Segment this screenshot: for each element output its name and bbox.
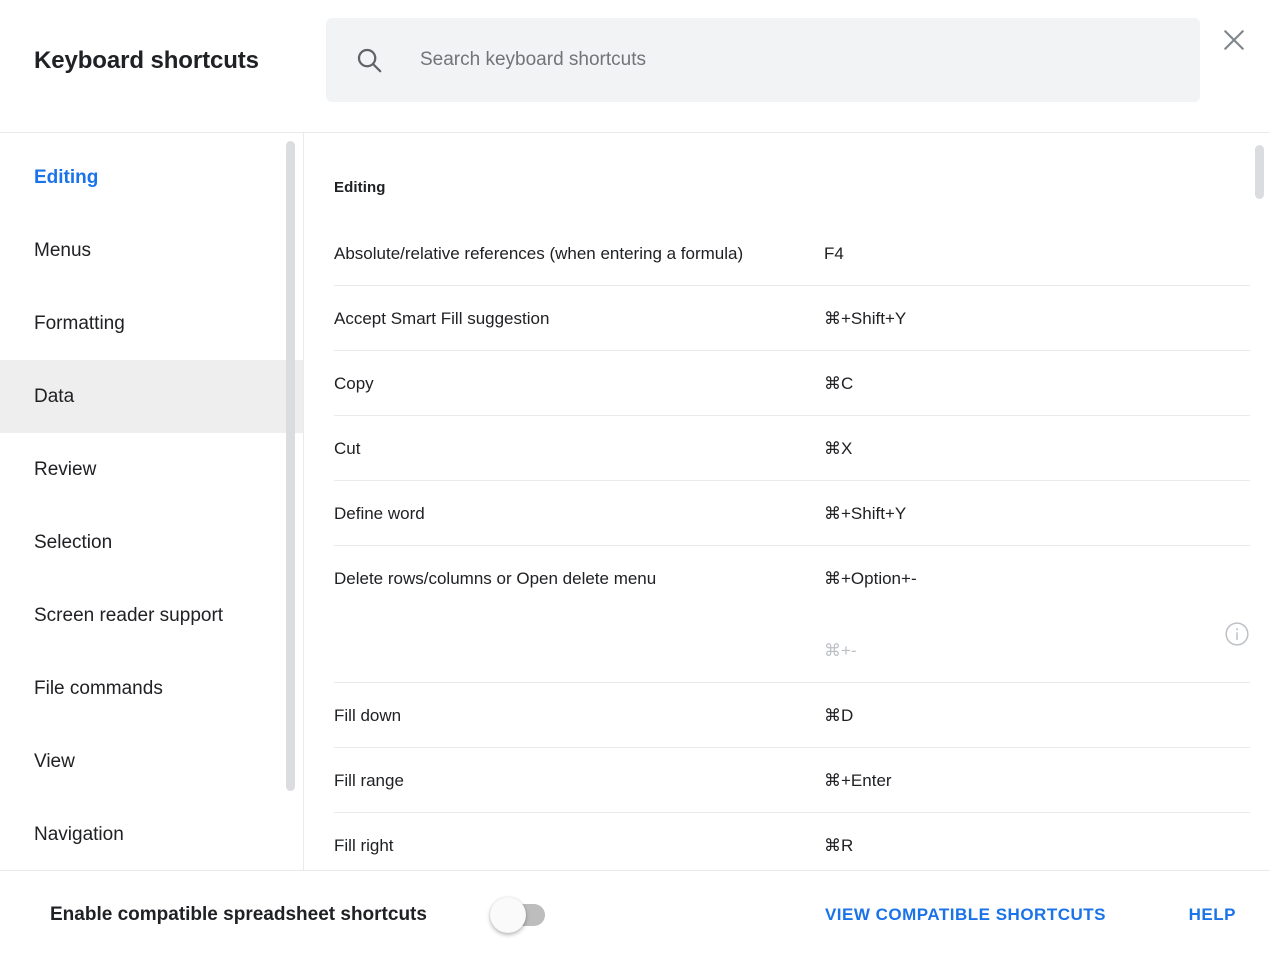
shortcut-description: Fill down [334, 706, 402, 725]
sidebar-item-label: Data [34, 385, 75, 407]
shortcut-keys-column: ⌘D [824, 703, 1250, 728]
sidebar-item-data[interactable]: Data [0, 360, 303, 433]
dialog-body: Editing Menus Formatting Data Review Selectio… [0, 133, 1270, 870]
shortcut-keys-column: ⌘+Shift+Y [824, 306, 1250, 331]
page-title: Keyboard shortcuts [34, 47, 259, 74]
sidebar-item-editing[interactable]: Editing [0, 141, 303, 214]
sidebar: Editing Menus Formatting Data Review Selectio… [0, 133, 304, 870]
shortcut-keys: ⌘D [824, 706, 854, 725]
search-icon [354, 45, 384, 75]
shortcut-description: Cut [334, 439, 361, 458]
shortcut-keys-column: ⌘C [824, 371, 1250, 396]
shortcut-keys-column: ⌘+Enter [824, 768, 1250, 793]
sidebar-item-label: Screen reader support [34, 604, 224, 626]
shortcut-keys-column: ⌘+Shift+Y [824, 501, 1250, 526]
sidebar-item-label: Formatting [34, 312, 125, 334]
sidebar-list: Editing Menus Formatting Data Review Selectio… [0, 133, 303, 870]
sidebar-item-view[interactable]: View [0, 725, 303, 798]
shortcut-description: Copy [334, 374, 374, 393]
search-input[interactable] [420, 40, 1180, 80]
shortcut-keys: ⌘+Shift+Y [824, 504, 907, 523]
toggle-knob [490, 896, 526, 933]
shortcut-keys: ⌘C [824, 374, 854, 393]
sidebar-item-screen-reader-support[interactable]: Screen reader support [0, 579, 303, 652]
shortcut-row: Fill down ⌘D [334, 683, 1250, 748]
shortcut-description: Accept Smart Fill suggestion [334, 309, 550, 328]
shortcut-description: Absolute/relative references (when enter… [334, 244, 744, 263]
sidebar-item-selection[interactable]: Selection [0, 506, 303, 579]
sidebar-item-label: Editing [34, 166, 99, 188]
sidebar-item-file-commands[interactable]: File commands [0, 652, 303, 725]
shortcut-row: Copy ⌘C [334, 351, 1250, 416]
info-icon[interactable] [1224, 621, 1250, 647]
shortcut-row: Cut ⌘X [334, 416, 1250, 481]
sidebar-item-formatting[interactable]: Formatting [0, 287, 303, 360]
sidebar-item-label: Navigation [34, 823, 124, 845]
dialog-footer: Enable compatible spreadsheet shortcuts … [0, 870, 1270, 958]
shortcut-keys: ⌘+Enter [824, 771, 892, 790]
sidebar-item-label: File commands [34, 677, 163, 699]
keyboard-shortcuts-dialog: Keyboard shortcuts EditingMenusForma [0, 0, 1270, 958]
search-box[interactable] [326, 18, 1200, 102]
shortcut-description: Delete rows/columns or Open delete menu [334, 569, 657, 588]
shortcut-row: Absolute/relative references (when enter… [334, 221, 1250, 286]
shortcut-keys: ⌘X [824, 439, 853, 458]
shortcut-keys: F4 [824, 244, 844, 263]
content-scrollbar[interactable] [1255, 145, 1264, 199]
close-icon [1219, 25, 1249, 55]
sidebar-item-label: View [34, 750, 75, 772]
shortcut-description: Fill range [334, 771, 404, 790]
shortcut-row: Define word ⌘+Shift+Y [334, 481, 1250, 546]
shortcut-table: Absolute/relative references (when enter… [334, 221, 1250, 870]
close-button[interactable] [1210, 16, 1258, 64]
shortcut-row: Accept Smart Fill suggestion ⌘+Shift+Y [334, 286, 1250, 351]
shortcut-description: Fill right [334, 836, 394, 855]
compatible-shortcuts-label: Enable compatible spreadsheet shortcuts [50, 903, 427, 925]
sidebar-item-label: Selection [34, 531, 113, 553]
shortcut-keys-column: ⌘X [824, 436, 1250, 461]
shortcut-keys-secondary: ⌘+- [824, 641, 857, 660]
shortcut-row: Delete rows/columns or Open delete menu ⌘… [334, 546, 1250, 683]
shortcut-keys: ⌘+Shift+Y [824, 309, 907, 328]
help-button[interactable]: HELP [1181, 897, 1244, 933]
shortcut-keys-column: ⌘+Option+- ⌘+- [824, 566, 1250, 663]
section-heading: Editing [334, 179, 386, 196]
sidebar-scrollbar[interactable] [286, 141, 295, 791]
sidebar-item-label: Menus [34, 239, 92, 261]
shortcut-keys-column: F4 [824, 241, 1250, 266]
compatible-shortcuts-toggle[interactable] [490, 896, 548, 933]
dialog-header: Keyboard shortcuts [0, 0, 1270, 133]
shortcuts-panel: Editing Absolute/relative references (wh… [304, 133, 1270, 870]
sidebar-item-navigation[interactable]: Navigation [0, 798, 303, 870]
shortcut-description: Define word [334, 504, 425, 523]
view-compatible-shortcuts-button[interactable]: VIEW COMPATIBLE SHORTCUTS [817, 897, 1114, 933]
shortcut-keys: ⌘+Option+- [824, 569, 917, 588]
sidebar-item-review[interactable]: Review [0, 433, 303, 506]
shortcut-row: Fill range ⌘+Enter [334, 748, 1250, 813]
shortcut-keys: ⌘R [824, 836, 854, 855]
sidebar-item-label: Review [34, 458, 97, 480]
shortcut-keys-column: ⌘R [824, 833, 1250, 858]
shortcut-row: Fill right ⌘R [334, 813, 1250, 870]
sidebar-item-menus[interactable]: Menus [0, 214, 303, 287]
